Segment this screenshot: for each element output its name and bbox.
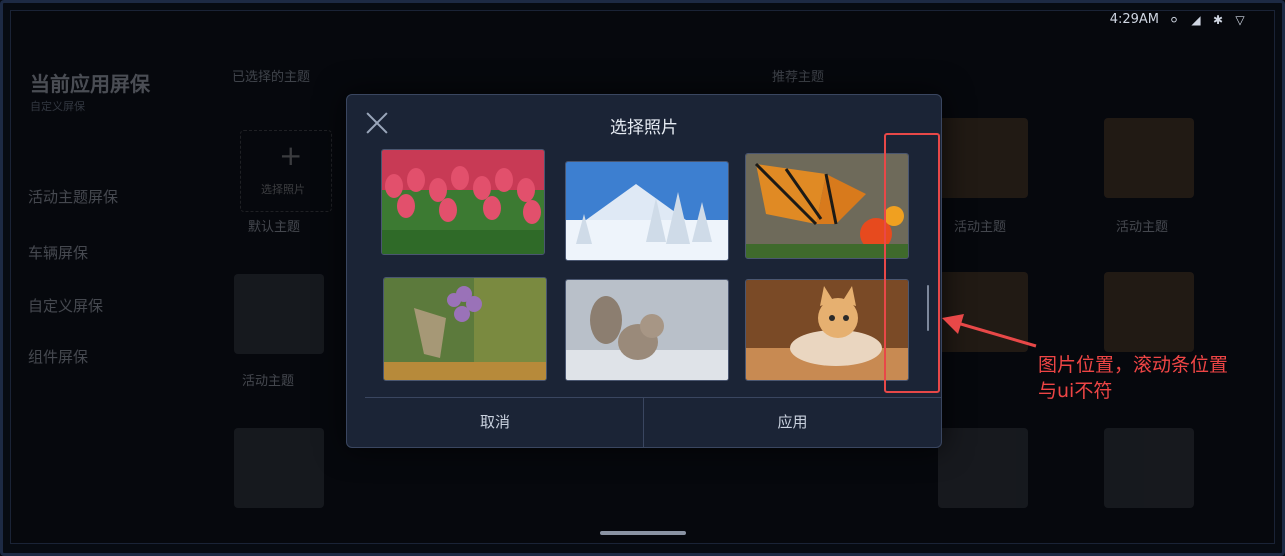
- bg-section-selected: 已选择的主题: [232, 70, 311, 85]
- bg-tile: [1104, 428, 1194, 508]
- bg-tile-label: 活动主题: [954, 220, 1007, 235]
- bg-tile-label: 活动主题: [242, 374, 295, 389]
- dialog-title: 选择照片: [610, 118, 678, 138]
- bg-tile: [234, 274, 324, 354]
- photo-squirrel[interactable]: [565, 279, 729, 381]
- bg-add-photo-label: 选择照片: [261, 183, 305, 196]
- bg-tile: [234, 428, 324, 508]
- bg-tile: [1104, 118, 1194, 198]
- bg-tile-label: 默认主题: [248, 220, 301, 235]
- photo-butterfly-flower[interactable]: [383, 277, 547, 381]
- cancel-button[interactable]: 取消: [347, 398, 643, 446]
- annotation-arrow-icon: [942, 314, 1037, 348]
- bg-tile-label: 活动主题: [1116, 220, 1169, 235]
- photo-snowy-mountain[interactable]: [565, 161, 729, 261]
- annotation-highlight-box: [884, 133, 940, 393]
- apply-button[interactable]: 应用: [644, 398, 941, 446]
- bg-tile: [938, 118, 1028, 198]
- annotation-text-line2: 与ui不符: [1038, 380, 1113, 402]
- bg-menu-item-theme: 活动主题屏保: [28, 188, 119, 206]
- annotation-text: 图片位置，滚动条位置 与ui不符: [1038, 352, 1258, 404]
- photo-grid: [381, 149, 911, 389]
- bg-page-title: 当前应用屏保: [30, 72, 150, 96]
- bg-add-photo-tile: + 选择照片: [240, 130, 332, 212]
- annotation-text-line1: 图片位置，滚动条位置: [1038, 354, 1229, 376]
- bg-tile: [1104, 272, 1194, 352]
- bg-menu-item-widget: 组件屏保: [28, 348, 89, 366]
- plus-icon: +: [279, 139, 303, 172]
- bg-menu-item-custom: 自定义屏保: [28, 297, 104, 315]
- photo-tulips[interactable]: [381, 149, 545, 255]
- home-indicator[interactable]: [600, 531, 686, 535]
- bg-page-subtitle: 自定义屏保: [30, 100, 85, 113]
- bg-menu-item-vehicle: 车辆屏保: [28, 244, 89, 262]
- select-photo-dialog: 选择照片 取消 应用: [346, 94, 942, 448]
- bg-section-recommended: 推荐主题: [772, 70, 825, 85]
- bg-tile: [938, 428, 1028, 508]
